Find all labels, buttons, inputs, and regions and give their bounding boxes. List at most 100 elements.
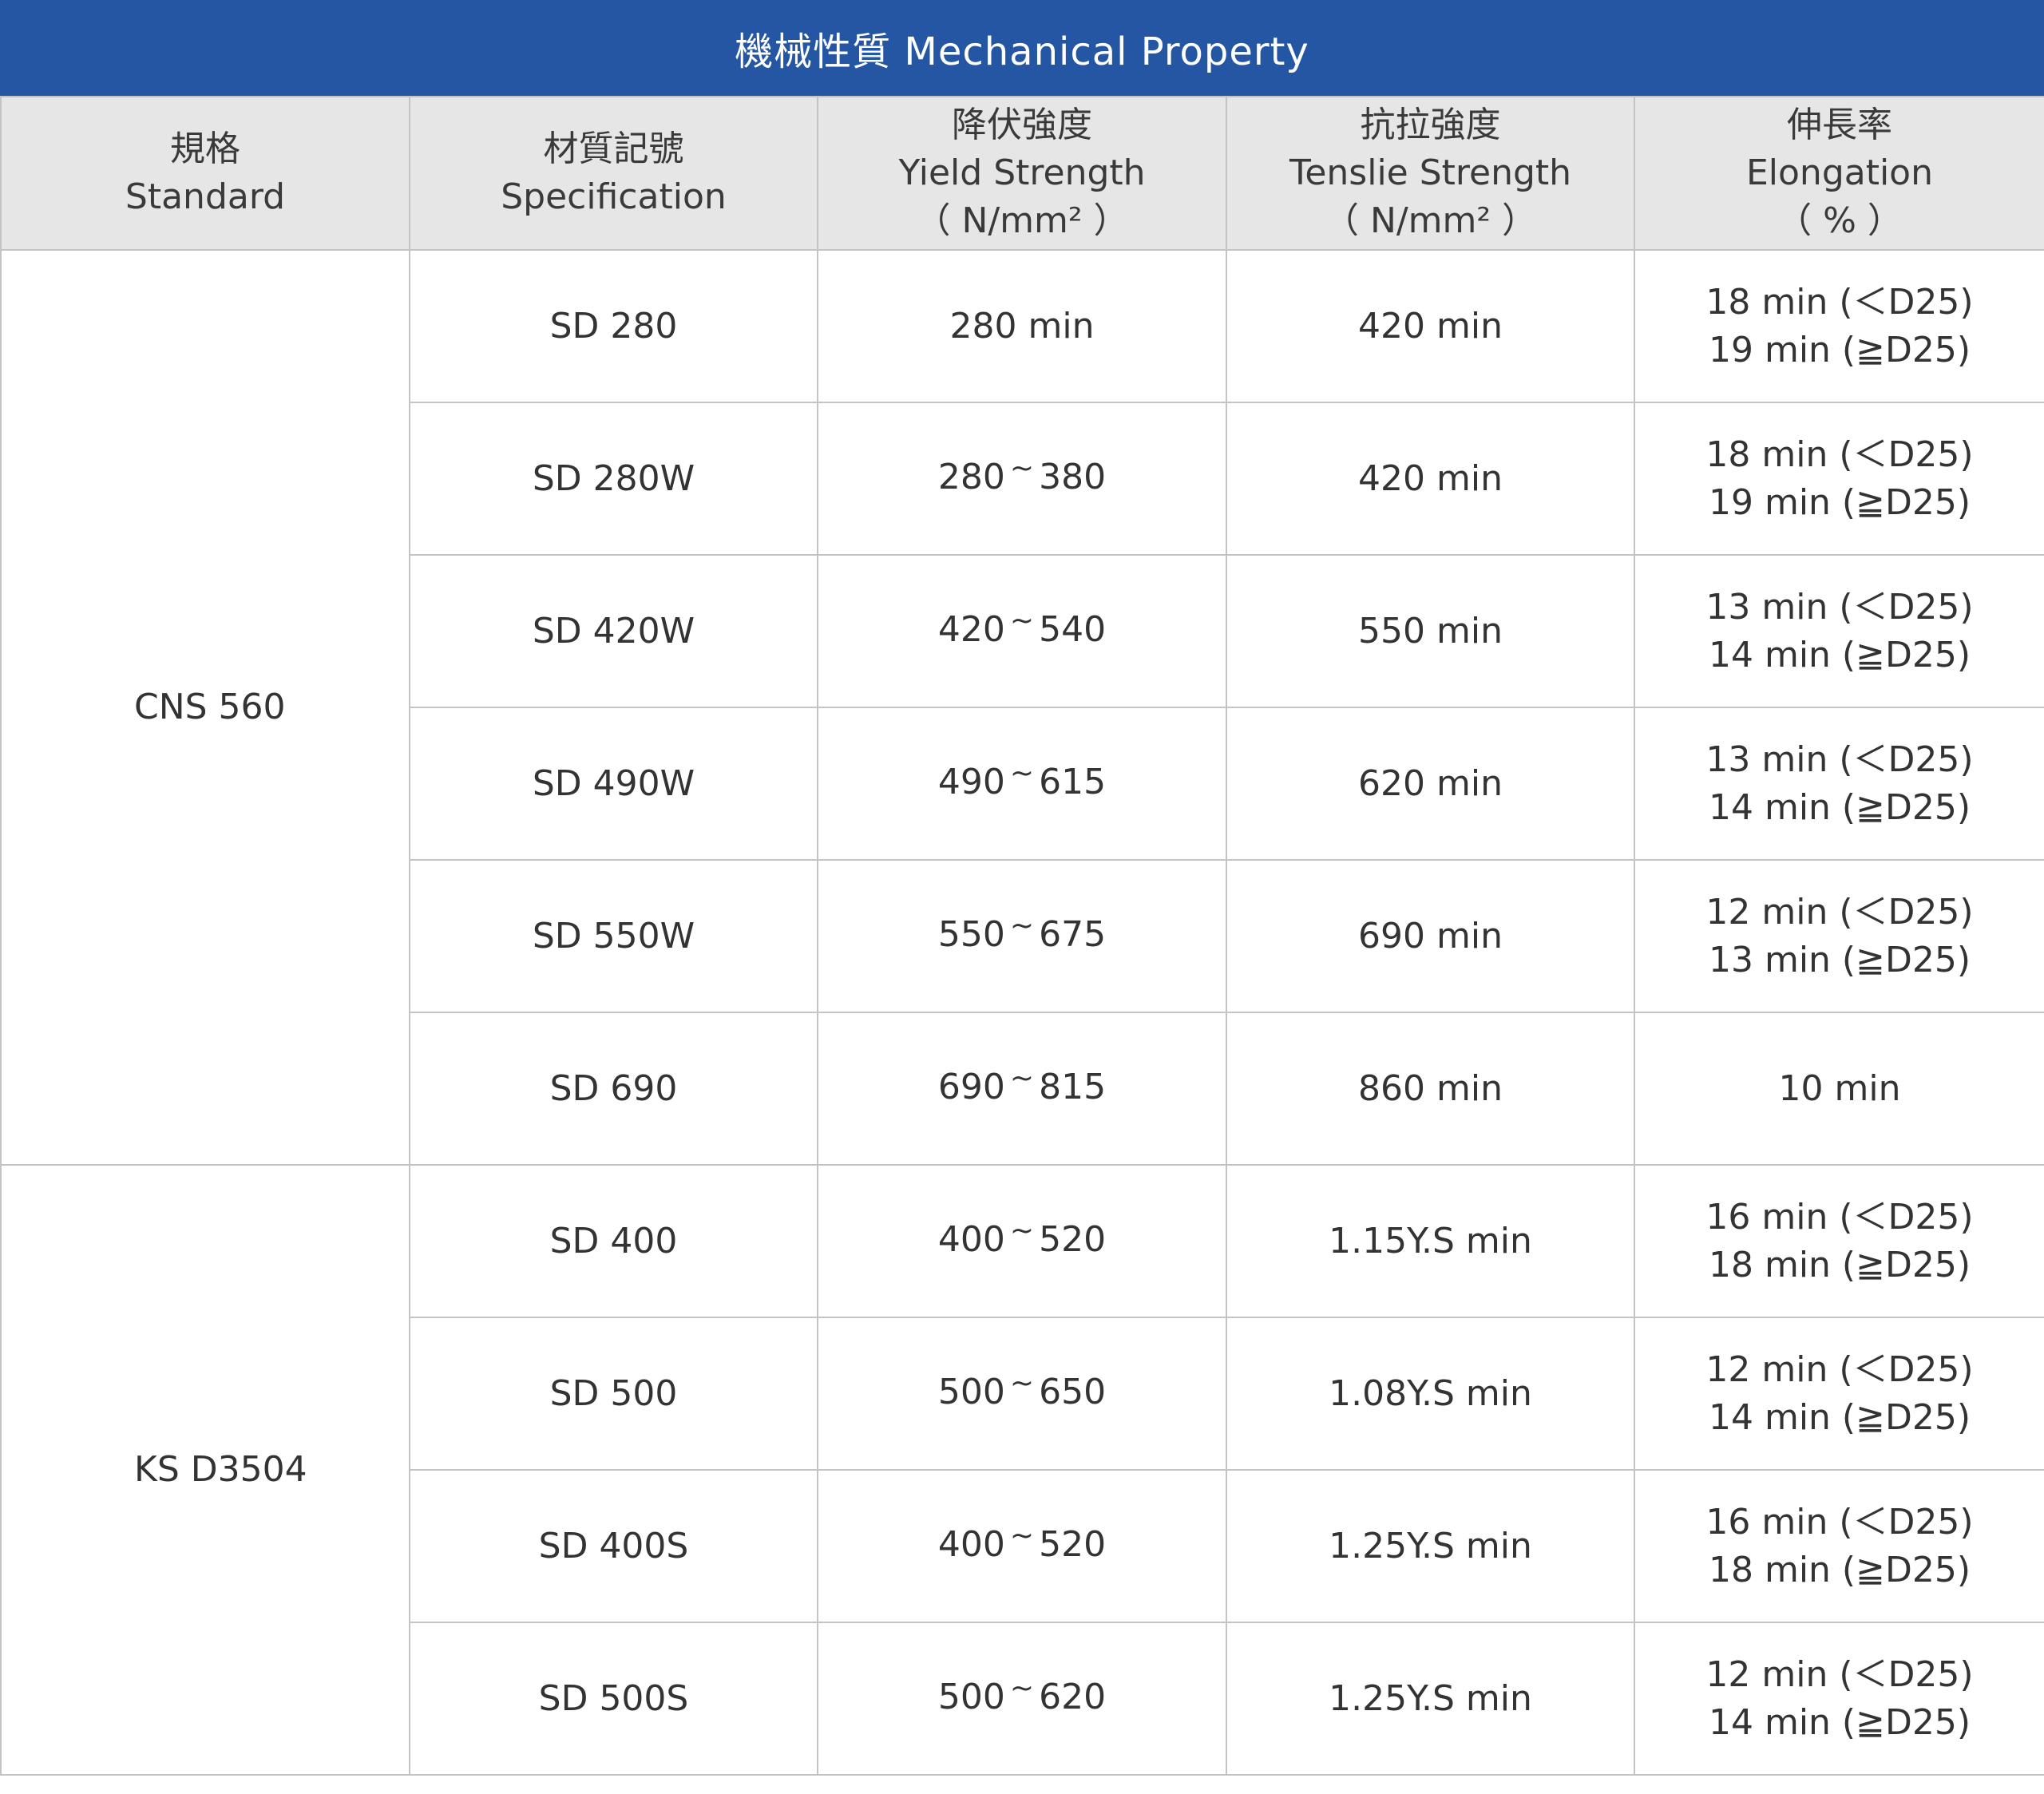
standard-cell: CNS 560 <box>0 249 410 1166</box>
elongation-value: 18 min (＜D25) <box>1705 281 1974 323</box>
tensile-strength-value: 420 min <box>1358 305 1503 347</box>
elongation-cell: 18 min (＜D25) 19 min (≧D25) <box>1634 402 2044 556</box>
table-title: 機械性質 Mechanical Property <box>0 0 2044 96</box>
elongation-cell: 18 min (＜D25) 19 min (≧D25) <box>1634 249 2044 403</box>
range-separator: ~ <box>1009 909 1035 942</box>
yield-strength-to: 620 <box>1039 1677 1107 1717</box>
elongation-value: 19 min (≧D25) <box>1708 329 1971 370</box>
tensile-strength-value: 550 min <box>1358 610 1503 651</box>
yield-strength-from: 420 <box>937 609 1005 650</box>
tensile-strength-cell: 420 min <box>1226 249 1635 403</box>
tensile-strength-value: 860 min <box>1358 1067 1503 1109</box>
specification-cell: SD 400 <box>409 1164 818 1318</box>
tensile-strength-value: 690 min <box>1358 915 1503 956</box>
yield-strength-to: 380 <box>1039 457 1107 497</box>
header-specification-line: Specification <box>501 176 727 217</box>
elongation-value: 12 min (＜D25) <box>1705 1348 1974 1390</box>
tensile-strength-cell: 1.25Y.S min <box>1226 1469 1635 1623</box>
elongation-value: 18 min (≧D25) <box>1708 1244 1971 1285</box>
elongation-value: 14 min (≧D25) <box>1708 1701 1971 1743</box>
specification-cell: SD 420W <box>409 554 818 708</box>
header-tensile-strength-line: 抗拉強度 <box>1360 105 1501 145</box>
header-standard-line: 規格 <box>170 129 240 169</box>
yield-strength-from: 400 <box>937 1524 1005 1565</box>
tensile-strength-cell: 550 min <box>1226 554 1635 708</box>
yield-strength-from: 280 min <box>949 305 1095 347</box>
mechanical-property-table: 規格 Standard 材質記號 Specification 降伏強度 Yield Str… <box>0 96 2044 1776</box>
elongation-value: 13 min (＜D25) <box>1705 739 1974 780</box>
standard-cell: KS D3504 <box>0 1164 410 1776</box>
elongation-cell: 16 min (＜D25) 18 min (≧D25) <box>1634 1469 2044 1623</box>
yield-strength-cell: 500 ~650 <box>817 1317 1227 1471</box>
elongation-value: 18 min (≧D25) <box>1708 1549 1971 1590</box>
header-tensile-strength-line: Tenslie Strength <box>1289 152 1572 193</box>
range-separator: ~ <box>1009 604 1035 637</box>
yield-strength-to: 540 <box>1039 609 1107 650</box>
tensile-strength-value: 1.25Y.S min <box>1329 1677 1532 1719</box>
specification-cell: SD 550W <box>409 859 818 1013</box>
standard-label: CNS 560 <box>134 687 286 727</box>
yield-strength-to: 520 <box>1039 1524 1107 1565</box>
range-separator: ~ <box>1009 1367 1035 1400</box>
tensile-strength-cell: 860 min <box>1226 1012 1635 1166</box>
header-elongation-line: Elongation <box>1745 152 1933 193</box>
header-tensile-strength-line: （ N/mm² ） <box>1323 200 1538 241</box>
tensile-strength-cell: 1.15Y.S min <box>1226 1164 1635 1318</box>
header-standard-line: Standard <box>125 176 286 217</box>
yield-strength-from: 500 <box>937 1677 1005 1717</box>
yield-strength-cell: 690 ~815 <box>817 1012 1227 1166</box>
header-standard: 規格 Standard <box>0 96 410 251</box>
header-yield-strength-line: Yield Strength <box>898 152 1146 193</box>
yield-strength-cell: 280 min <box>817 249 1227 403</box>
yield-strength-cell: 400 ~520 <box>817 1164 1227 1318</box>
elongation-value: 18 min (＜D25) <box>1705 434 1974 475</box>
specification-label: SD 280 <box>549 305 678 347</box>
specification-label: SD 690 <box>549 1067 678 1109</box>
elongation-cell: 13 min (＜D25) 14 min (≧D25) <box>1634 554 2044 708</box>
header-tensile-strength: 抗拉強度 Tenslie Strength （ N/mm² ） <box>1226 96 1635 251</box>
specification-label: SD 500 <box>549 1372 678 1414</box>
tensile-strength-value: 1.15Y.S min <box>1329 1220 1532 1261</box>
yield-strength-to: 650 <box>1039 1372 1107 1412</box>
elongation-cell: 13 min (＜D25) 14 min (≧D25) <box>1634 707 2044 861</box>
table-body: CNS 560 SD 280 280 min 420 min 18 min (＜D25)… <box>0 249 2044 1776</box>
specification-cell: SD 400S <box>409 1469 818 1623</box>
specification-label: SD 400S <box>538 1525 689 1566</box>
elongation-value: 14 min (≧D25) <box>1708 634 1971 675</box>
elongation-value: 13 min (＜D25) <box>1705 586 1974 628</box>
elongation-value: 10 min <box>1778 1067 1901 1109</box>
specification-label: SD 400 <box>549 1220 678 1261</box>
yield-strength-cell: 550 ~675 <box>817 859 1227 1013</box>
yield-strength-from: 400 <box>937 1219 1005 1260</box>
tensile-strength-value: 420 min <box>1358 457 1503 499</box>
yield-strength-from: 280 <box>937 457 1005 497</box>
elongation-value: 16 min (＜D25) <box>1705 1501 1974 1543</box>
yield-strength-from: 690 <box>937 1067 1005 1107</box>
range-separator: ~ <box>1009 757 1035 790</box>
range-separator: ~ <box>1009 1672 1035 1705</box>
header-row: 規格 Standard 材質記號 Specification 降伏強度 Yield Str… <box>0 96 2044 251</box>
elongation-value: 12 min (＜D25) <box>1705 891 1974 933</box>
header-elongation-line: 伸長率 <box>1787 105 1892 145</box>
yield-strength-cell: 280 ~380 <box>817 402 1227 556</box>
tensile-strength-value: 1.08Y.S min <box>1329 1372 1532 1414</box>
yield-strength-cell: 400 ~520 <box>817 1469 1227 1623</box>
yield-strength-cell: 490 ~615 <box>817 707 1227 861</box>
header-yield-strength-line: （ N/mm² ） <box>915 200 1129 241</box>
table-row: KS D3504 SD 400 400 ~520 1.15Y.S min 16 min (… <box>0 1164 2044 1776</box>
range-separator: ~ <box>1009 1519 1035 1552</box>
range-separator: ~ <box>1009 452 1035 485</box>
elongation-value: 12 min (＜D25) <box>1705 1653 1974 1695</box>
specification-cell: SD 500S <box>409 1622 818 1776</box>
elongation-cell: 12 min (＜D25) 14 min (≧D25) <box>1634 1622 2044 1776</box>
header-elongation: 伸長率 Elongation （ % ） <box>1634 96 2044 251</box>
yield-strength-to: 520 <box>1039 1219 1107 1260</box>
tensile-strength-cell: 1.08Y.S min <box>1226 1317 1635 1471</box>
header-yield-strength-line: 降伏強度 <box>952 105 1092 145</box>
specification-label: SD 490W <box>532 762 695 804</box>
elongation-cell: 16 min (＜D25) 18 min (≧D25) <box>1634 1164 2044 1318</box>
yield-strength-from: 550 <box>937 914 1005 955</box>
tensile-strength-cell: 620 min <box>1226 707 1635 861</box>
standard-label: KS D3504 <box>134 1449 307 1490</box>
elongation-value: 13 min (≧D25) <box>1708 939 1971 980</box>
